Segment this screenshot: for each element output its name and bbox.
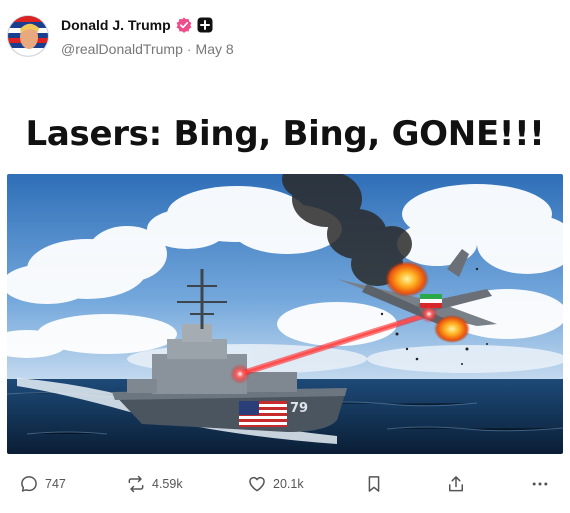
name-row: Donald J. Trump	[61, 15, 234, 35]
post-card: Donald J. Trump @realDonaldTrump · May 8…	[0, 0, 570, 513]
reply-icon	[21, 476, 37, 492]
bookmark-icon	[368, 476, 380, 492]
post-date[interactable]: May 8	[196, 41, 234, 57]
repost-button[interactable]: 4.59k	[126, 474, 183, 494]
share-icon	[449, 476, 463, 492]
share-button[interactable]	[446, 474, 466, 494]
action-bar: 747 4.59k 20.1k	[0, 470, 570, 500]
dot-separator: ·	[186, 41, 192, 57]
bookmark-button[interactable]	[364, 474, 384, 494]
repost-icon	[128, 475, 144, 493]
like-count: 20.1k	[273, 477, 304, 491]
reply-count: 747	[45, 477, 66, 491]
author-name[interactable]: Donald J. Trump	[61, 17, 171, 33]
hull-number: 79	[290, 401, 308, 416]
more-icon	[532, 482, 548, 486]
more-button[interactable]	[530, 474, 550, 494]
verified-badge-icon	[176, 17, 192, 33]
repost-count: 4.59k	[152, 477, 183, 491]
post-image[interactable]: 79	[7, 174, 563, 454]
post-header: Donald J. Trump @realDonaldTrump · May 8	[8, 12, 234, 60]
reply-button[interactable]: 747	[19, 474, 66, 494]
author-handle[interactable]: @realDonaldTrump	[61, 41, 183, 57]
handle-row: @realDonaldTrump · May 8	[61, 41, 234, 57]
post-headline: Lasers: Bing, Bing, GONE!!!	[25, 114, 545, 154]
avatar[interactable]	[8, 16, 48, 56]
like-button[interactable]: 20.1k	[247, 474, 304, 494]
author-meta: Donald J. Trump @realDonaldTrump · May 8	[61, 15, 234, 57]
like-icon	[249, 476, 265, 492]
plus-icon[interactable]	[197, 17, 213, 33]
